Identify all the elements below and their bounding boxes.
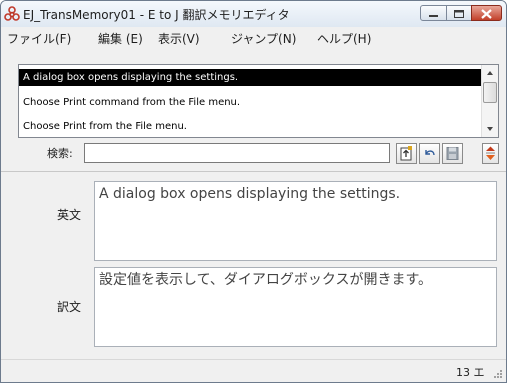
biohazard-app-icon [4,6,20,21]
save-button[interactable] [442,143,463,164]
status-bar: 13 エ [1,359,506,382]
close-button[interactable] [471,5,502,21]
english-label: 英文 [57,208,82,222]
insert-entry-icon [400,146,412,161]
menu-jump[interactable]: ジャンプ(N) [231,30,296,47]
window-title: EJ_TransMemory01 - E to J 翻訳メモリエディタ [23,8,290,22]
entry-list[interactable]: A dialog box opens displaying the settin… [18,64,499,138]
scroll-thumb[interactable] [483,82,497,103]
list-scrollbar[interactable] [481,65,498,137]
navigate-entries-button[interactable] [482,143,499,164]
menu-edit[interactable]: 編集 (E) [98,30,143,47]
maximize-icon [454,10,464,18]
maximize-button[interactable] [446,5,472,21]
list-item[interactable]: Choose Print command from the File menu. [19,94,481,111]
list-item[interactable]: Choose Print from the File menu. [19,118,481,135]
undo-icon [425,150,435,156]
main-window: EJ_TransMemory01 - E to J 翻訳メモリエディタ ファイル… [0,0,507,383]
save-icon [446,147,459,160]
menu-help[interactable]: ヘルプ(H) [317,30,371,47]
scroll-up-arrow-icon[interactable] [485,69,495,77]
english-text-area[interactable]: A dialog box opens displaying the settin… [94,181,497,261]
up-down-arrows-icon [486,146,495,160]
translation-text-area[interactable]: 設定値を表示して、ダイアログボックスが開きます。 [94,267,497,347]
minimize-icon [429,15,438,17]
entry-count: 13 エ [456,366,485,379]
minimize-button[interactable] [420,5,447,21]
menu-bar: ファイル(F) 編集 (E) 表示(V) ジャンプ(N) ヘルプ(H) [1,27,506,49]
search-input[interactable] [84,143,390,163]
menu-view[interactable]: 表示(V) [158,30,200,47]
list-item-selected[interactable]: A dialog box opens displaying the settin… [19,69,481,86]
title-bar[interactable]: EJ_TransMemory01 - E to J 翻訳メモリエディタ [1,1,506,27]
menu-file[interactable]: ファイル(F) [7,30,71,47]
resize-grip-icon[interactable] [492,368,503,379]
scroll-down-arrow-icon[interactable] [485,125,495,133]
insert-entry-button[interactable] [396,143,417,164]
close-icon [481,9,492,19]
translation-label: 訳文 [57,300,82,314]
section-divider [1,171,506,172]
undo-button[interactable] [419,143,440,164]
search-label: 検索: [47,147,73,160]
